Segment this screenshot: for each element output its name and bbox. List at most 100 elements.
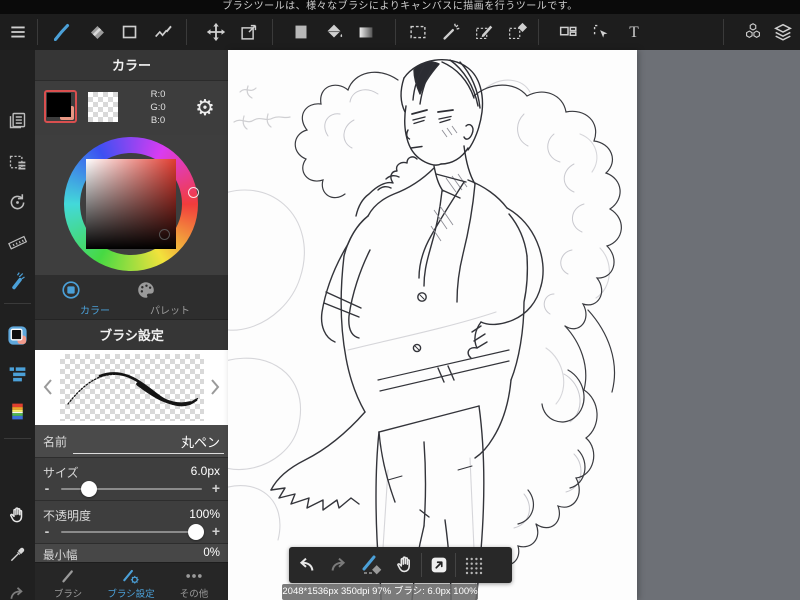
select-move-icon[interactable] [590, 21, 612, 43]
brush-preview-area [60, 354, 204, 421]
canvas-quick-toolbar [289, 547, 512, 583]
tab-brush[interactable]: ブラシ [37, 566, 99, 600]
min-width-value: 0% [203, 547, 220, 559]
svg-text:T: T [629, 24, 639, 41]
eraser-tool-icon[interactable] [86, 21, 108, 43]
sidebar-separator [4, 303, 31, 304]
rgb-b: B:0 [150, 115, 166, 126]
left-sidebar [0, 50, 35, 600]
canvas-area[interactable] [228, 50, 637, 600]
opacity-slider[interactable] [61, 524, 205, 540]
thumbnail-nav-icon[interactable] [422, 547, 455, 583]
transform-tool-icon[interactable] [238, 21, 260, 43]
opacity-minus-button[interactable]: - [41, 523, 53, 539]
toolbar-separator [395, 19, 396, 45]
color-panel-title: カラー [35, 50, 228, 81]
opacity-plus-button[interactable]: + [210, 523, 222, 539]
brush-size-row: サイズ 6.0px - + [35, 457, 228, 500]
size-slider-knob[interactable] [81, 481, 98, 497]
hue-selector[interactable] [188, 187, 199, 198]
brush-next-icon[interactable] [208, 376, 222, 398]
canvas-artwork [228, 59, 622, 600]
select-rect-tool-icon[interactable] [407, 21, 429, 43]
size-minus-button[interactable]: - [41, 480, 53, 496]
brush-preview [35, 350, 228, 425]
curve-pen-tool-icon[interactable] [152, 21, 174, 43]
brush-tab-icon [37, 566, 99, 586]
bucket-fill-tool-icon[interactable] [323, 21, 345, 43]
size-slider[interactable] [61, 481, 202, 497]
brush-prev-icon[interactable] [41, 376, 55, 398]
material-3d-icon[interactable] [742, 21, 764, 43]
color-wheel[interactable] [35, 135, 228, 275]
rotate-reset-icon[interactable] [6, 191, 29, 214]
text-tool-icon[interactable]: T [623, 21, 645, 43]
status-text: 2048*1536px 350dpi 97% ブラシ: 6.0px 100% [282, 586, 478, 597]
gear-icon[interactable]: ⚙ [192, 95, 218, 121]
tab-others[interactable]: その他 [163, 566, 225, 600]
eyedropper-icon[interactable] [6, 543, 29, 566]
hand-icon[interactable] [6, 504, 29, 527]
notification-text: ブラシツールは、様々なブラシによりキャンバスに描画を行うツールです。 [222, 1, 578, 12]
pages-icon[interactable] [6, 109, 29, 132]
min-width-label: 最小幅 [43, 550, 78, 562]
ruler-icon[interactable] [6, 231, 29, 254]
size-plus-button[interactable]: + [210, 480, 222, 496]
handwritten-note [233, 85, 291, 130]
menu-icon[interactable] [7, 21, 29, 43]
color-swatch-row: R:0 G:0 B:0 ⚙ [35, 81, 228, 135]
brush-opacity-row: 不透明度 100% - + [35, 500, 228, 543]
brush-name-value[interactable]: 丸ペン [181, 432, 220, 451]
tool-panel: カラー R:0 G:0 B:0 ⚙ カラー パレット ブラシ設定 名前 丸ペン … [35, 50, 228, 600]
opacity-label: 不透明度 [43, 509, 92, 523]
split-view-icon[interactable] [557, 21, 579, 43]
brush-stroke-sample [67, 372, 199, 407]
fill-rect-tool-icon[interactable] [290, 21, 312, 43]
rgb-readout: R:0 G:0 B:0 [135, 88, 181, 127]
palette-tab-icon [135, 279, 205, 301]
color-swatch-icon[interactable] [6, 324, 29, 347]
materials-icon[interactable] [6, 400, 29, 423]
move-tool-icon[interactable] [205, 21, 227, 43]
color-mode-tabs: カラー パレット [35, 275, 228, 320]
opacity-slider-knob[interactable] [188, 524, 205, 540]
color-tab-icon [60, 279, 130, 301]
quick-hand-icon[interactable] [388, 547, 421, 583]
shape-tool-icon[interactable] [119, 21, 141, 43]
panel-bottom-tabs: ブラシ ブラシ設定 その他 [35, 562, 228, 600]
redo-icon[interactable] [6, 582, 29, 600]
quick-undo-icon[interactable] [289, 547, 322, 583]
airbrush-icon[interactable] [6, 269, 29, 292]
select-pen-tool-icon[interactable] [473, 21, 495, 43]
brush-name-row: 名前 丸ペン [35, 425, 228, 457]
notification-bar: ブラシツールは、様々なブラシによりキャンバスに描画を行うツールです。 [0, 0, 800, 14]
tab-color[interactable]: カラー [60, 279, 130, 317]
select-eraser-tool-icon[interactable] [506, 21, 528, 43]
toolbar-separator [37, 19, 38, 45]
size-value: 6.0px [190, 464, 220, 478]
magic-wand-tool-icon[interactable] [440, 21, 462, 43]
foreground-color-swatch[interactable] [44, 90, 77, 123]
select-layer-icon[interactable] [6, 151, 29, 174]
brush-eraser-toggle-icon[interactable] [355, 547, 388, 583]
layers-icon[interactable] [772, 21, 794, 43]
rgb-g: G:0 [150, 102, 166, 113]
layer-list-icon[interactable] [6, 362, 29, 385]
status-bar: 2048*1536px 350dpi 97% ブラシ: 6.0px 100% [282, 584, 478, 600]
toolbar-separator [272, 19, 273, 45]
main-toolbar: T [0, 14, 800, 50]
gradient-tool-icon[interactable] [355, 21, 377, 43]
brush-panel-title: ブラシ設定 [35, 320, 228, 351]
more-dots-icon [163, 566, 225, 586]
sidebar-separator [4, 438, 31, 439]
transparent-color-swatch[interactable] [88, 92, 118, 122]
opacity-value: 100% [189, 507, 220, 521]
tab-palette[interactable]: パレット [135, 279, 205, 317]
sv-selector[interactable] [159, 229, 170, 240]
dots-grid-icon[interactable] [456, 547, 489, 583]
brush-tool-icon[interactable] [51, 21, 73, 43]
brush-name-label: 名前 [43, 435, 68, 449]
brush-settings-tab-icon [100, 566, 162, 586]
tab-brush-settings[interactable]: ブラシ設定 [100, 566, 162, 600]
quick-redo-icon[interactable] [322, 547, 355, 583]
